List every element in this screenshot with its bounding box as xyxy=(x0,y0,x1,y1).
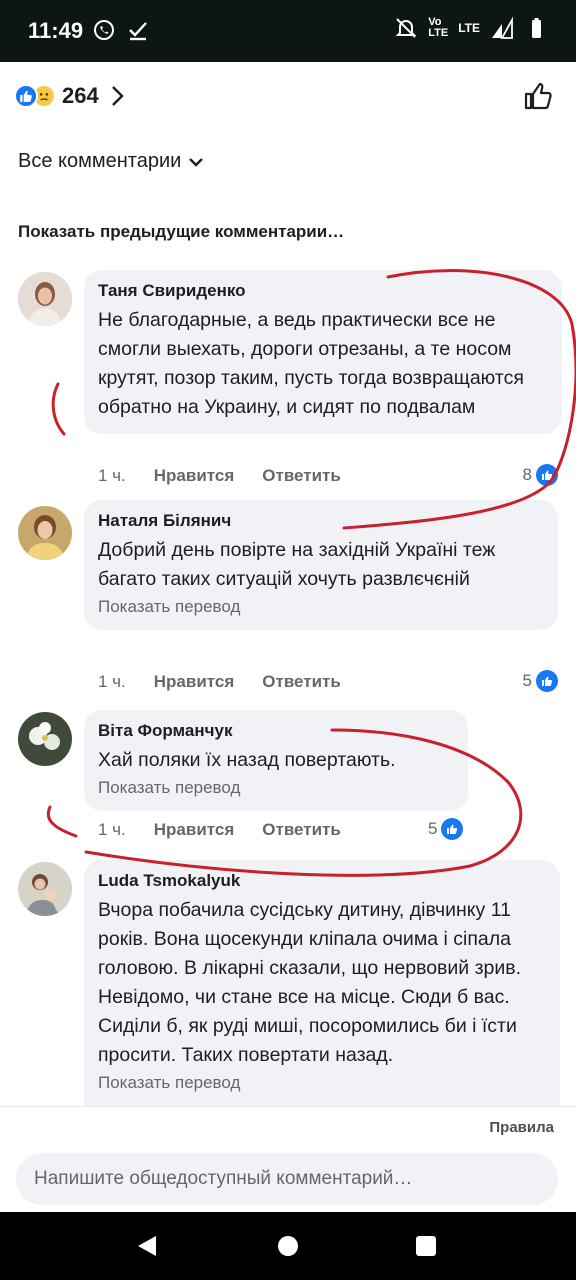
comment-text: Не благодарные, а ведь практически все н… xyxy=(98,309,524,418)
comments-sheet: 264 Все комментарии Показать предыдущие … xyxy=(0,62,576,1212)
translate-link[interactable]: Показать перевод xyxy=(98,1072,544,1094)
like-icon xyxy=(536,464,558,486)
reply-button[interactable]: Ответить xyxy=(262,820,341,840)
mute-icon xyxy=(395,18,417,38)
comment-bubble[interactable]: Таня Свириденко Не благодарные, а ведь п… xyxy=(84,270,562,434)
reply-button[interactable]: Ответить xyxy=(262,466,341,486)
viber-icon xyxy=(94,20,114,40)
like-button[interactable]: Нравится xyxy=(154,820,235,840)
comment-like-count[interactable]: 5 xyxy=(428,818,464,840)
status-time: 11:49 xyxy=(28,18,84,43)
comment-time[interactable]: 1 ч. xyxy=(98,820,126,840)
lte-label: LTE xyxy=(458,20,480,35)
comment-author[interactable]: Таня Свириденко xyxy=(98,280,546,302)
avatar[interactable] xyxy=(18,862,72,916)
back-icon[interactable] xyxy=(136,1234,158,1258)
like-count: 5 xyxy=(522,671,532,690)
comment-input[interactable] xyxy=(34,1168,540,1190)
comment-time[interactable]: 1 ч. xyxy=(98,672,126,692)
like-icon xyxy=(14,84,38,108)
like-outline-icon[interactable] xyxy=(522,80,554,112)
avatar[interactable] xyxy=(18,712,72,766)
comment-like-count[interactable]: 8 xyxy=(523,464,558,486)
comment-actions: 1 ч. Нравится Ответить xyxy=(98,466,341,486)
chevron-right-icon[interactable] xyxy=(111,85,125,107)
comment-like-count[interactable]: 5 xyxy=(523,670,558,692)
like-button[interactable]: Нравится xyxy=(154,466,235,486)
like-button[interactable]: Нравится xyxy=(154,672,235,692)
comment-bubble[interactable]: Наталя Білянич Добрий день повірте на за… xyxy=(84,500,558,630)
comment-actions: 1 ч. Нравится Ответить xyxy=(98,820,341,840)
comment-text: Добрий день повірте на західній Україні … xyxy=(98,539,496,590)
comment-author[interactable]: Luda Tsmokalyuk xyxy=(98,870,544,892)
reactions-summary[interactable]: 264 xyxy=(14,80,125,112)
sort-label: Все комментарии xyxy=(18,150,182,172)
comment-time[interactable]: 1 ч. xyxy=(98,466,126,486)
show-previous-comments-link[interactable]: Показать предыдущие комментарии… xyxy=(18,222,344,242)
chevron-down-icon xyxy=(189,157,204,167)
translate-link[interactable]: Показать перевод xyxy=(98,596,542,618)
reaction-count: 264 xyxy=(62,83,99,108)
recent-apps-icon[interactable] xyxy=(416,1236,436,1256)
status-bar: 11:49 Vo LTE LTE xyxy=(0,0,576,62)
system-nav-bar xyxy=(0,1212,576,1280)
comment-text: Хай поляки їх назад повертають. xyxy=(98,749,396,771)
battery-icon xyxy=(532,18,541,38)
comment-bubble[interactable]: Luda Tsmokalyuk Вчора побачила сусідську… xyxy=(84,860,560,1120)
signal-icon xyxy=(492,16,513,39)
check-download-icon xyxy=(129,22,147,41)
volte-indicator: Vo LTE xyxy=(428,17,448,39)
rules-link[interactable]: Правила xyxy=(489,1119,554,1136)
sort-dropdown[interactable]: Все комментарии xyxy=(18,150,204,173)
avatar[interactable] xyxy=(18,272,72,326)
volte-bottom: LTE xyxy=(428,27,449,39)
comment-text: Вчора побачила сусідську дитину, дівчинк… xyxy=(98,899,522,1066)
like-icon xyxy=(536,670,558,692)
like-icon xyxy=(441,818,464,840)
home-icon[interactable] xyxy=(278,1236,298,1256)
composer-area: Правила xyxy=(0,1106,576,1212)
comment-bubble[interactable]: Віта Форманчук Хай поляки їх назад повер… xyxy=(84,710,468,811)
like-count: 5 xyxy=(428,819,438,838)
comment-author[interactable]: Наталя Білянич xyxy=(98,510,542,532)
comment-author[interactable]: Віта Форманчук xyxy=(98,720,452,742)
comment-actions: 1 ч. Нравится Ответить xyxy=(98,672,341,692)
reply-button[interactable]: Ответить xyxy=(262,672,341,692)
like-count: 8 xyxy=(522,465,532,484)
avatar[interactable] xyxy=(18,506,72,560)
translate-link[interactable]: Показать перевод xyxy=(98,777,452,799)
comment-composer[interactable] xyxy=(16,1153,558,1205)
